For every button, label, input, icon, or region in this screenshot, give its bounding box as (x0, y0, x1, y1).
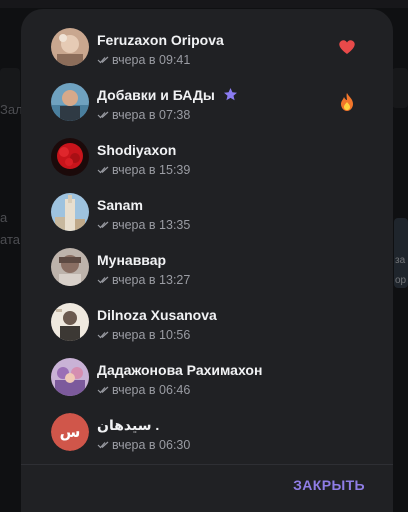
double-check-icon (97, 331, 109, 339)
list-item[interactable]: Feruzaxon Oripova вчера в 09:41 (21, 19, 393, 74)
avatar (51, 138, 89, 176)
avatar (51, 28, 89, 66)
star-icon (223, 88, 237, 101)
viewer-status: вчера в 09:41 (97, 53, 190, 67)
status-text: вчера в 09:41 (112, 53, 191, 67)
viewer-status: вчера в 13:27 (97, 273, 190, 287)
close-button[interactable]: ЗАКРЫТЬ (293, 477, 365, 493)
avatar (51, 83, 89, 121)
viewer-status: вчера в 10:56 (97, 328, 190, 342)
fire-icon (341, 93, 353, 111)
double-check-icon (97, 276, 109, 284)
avatar (51, 303, 89, 341)
list-item[interactable]: Shodiyaxon вчера в 15:39 (21, 129, 393, 184)
viewer-name: سیدهان . (97, 417, 160, 433)
viewer-name: Sanam (97, 197, 143, 213)
viewers-list: Feruzaxon Oripova вчера в 09:41 Добавки … (21, 19, 393, 459)
viewer-name: Дадажонова Рахимахон (97, 362, 263, 378)
list-item[interactable]: Dilnoza Xusanova вчера в 10:56 (21, 294, 393, 349)
viewer-name: Feruzaxon Oripova (97, 32, 224, 48)
status-text: вчера в 13:35 (112, 218, 191, 232)
double-check-icon (97, 441, 109, 449)
avatar-initial: س (51, 413, 89, 451)
viewer-status: вчера в 06:46 (97, 383, 190, 397)
double-check-icon (97, 221, 109, 229)
list-item[interactable]: Добавки и БАДы вчера в 07:38 (21, 74, 393, 129)
avatar (51, 193, 89, 231)
list-item[interactable]: س سیدهان . вчера в 06:30 (21, 404, 393, 459)
viewer-status: вчера в 13:35 (97, 218, 190, 232)
heart-icon (339, 40, 355, 54)
avatar (51, 248, 89, 286)
viewer-status: вчера в 06:30 (97, 438, 190, 452)
list-item[interactable]: Дадажонова Рахимахон вчера в 06:46 (21, 349, 393, 404)
status-text: вчера в 13:27 (112, 273, 191, 287)
status-text: вчера в 06:46 (112, 383, 191, 397)
viewer-name: Добавки и БАДы (97, 87, 238, 103)
double-check-icon (97, 56, 109, 64)
viewer-name-text: Добавки и БАДы (97, 87, 215, 103)
viewer-name: Shodiyaxon (97, 142, 177, 158)
status-text: вчера в 15:39 (112, 163, 191, 177)
status-text: вчера в 06:30 (112, 438, 191, 452)
double-check-icon (97, 386, 109, 394)
read-receipts-dialog: Feruzaxon Oripova вчера в 09:41 Добавки … (21, 9, 393, 512)
list-item[interactable]: Мунаввар вчера в 13:27 (21, 239, 393, 294)
avatar (51, 358, 89, 396)
avatar: س (51, 413, 89, 451)
list-item[interactable]: Sanam вчера в 13:35 (21, 184, 393, 239)
double-check-icon (97, 166, 109, 174)
status-text: вчера в 07:38 (112, 108, 191, 122)
viewer-name: Мунаввар (97, 252, 167, 268)
viewer-status: вчера в 15:39 (97, 163, 190, 177)
double-check-icon (97, 111, 109, 119)
status-text: вчера в 10:56 (112, 328, 191, 342)
dialog-divider (21, 464, 393, 465)
viewer-name: Dilnoza Xusanova (97, 307, 217, 323)
viewer-status: вчера в 07:38 (97, 108, 190, 122)
